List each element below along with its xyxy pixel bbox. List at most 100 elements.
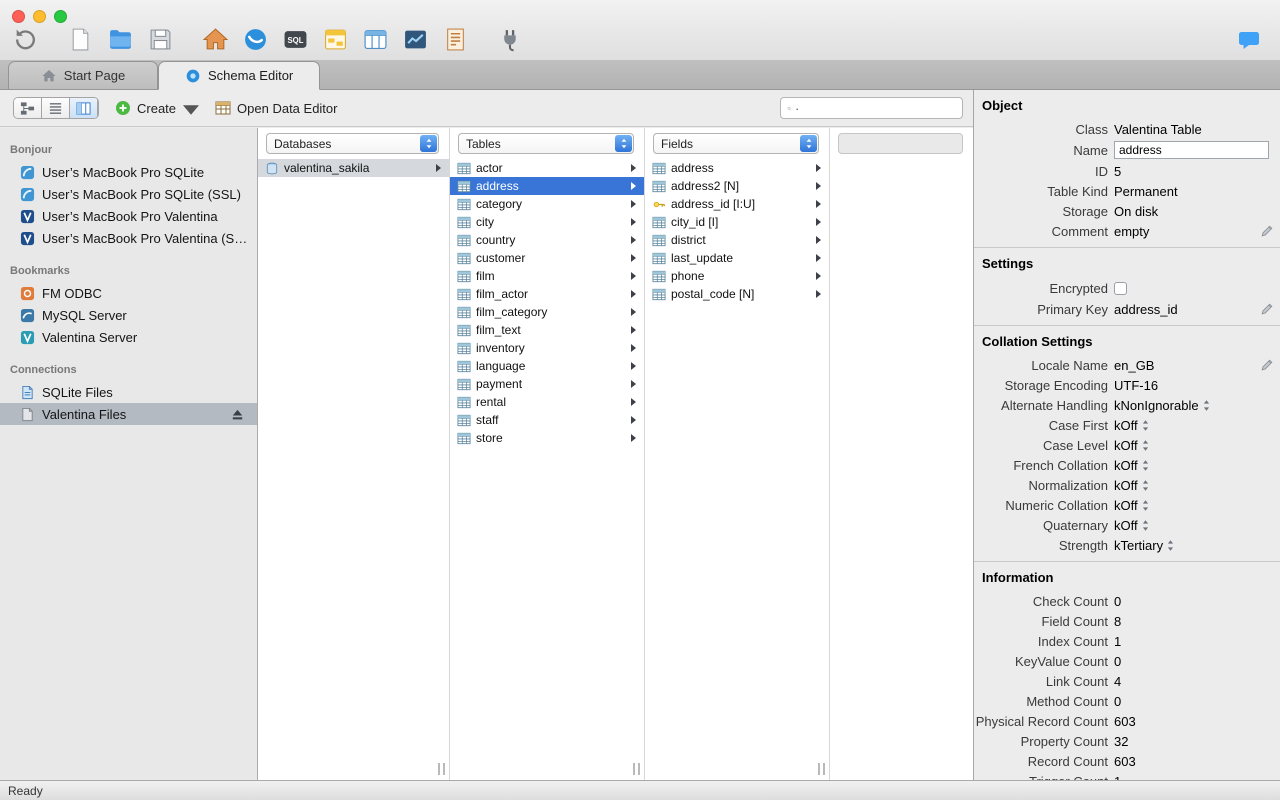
collation-row: Strength kTertiary — [974, 535, 1280, 555]
table-list-item[interactable]: category — [450, 195, 644, 213]
information-row: Link Count 4 — [1045, 673, 1122, 689]
feedback-button[interactable] — [1236, 30, 1262, 52]
encrypted-checkbox[interactable] — [1114, 281, 1127, 295]
table-item-label: address — [476, 179, 519, 193]
stepper-icon[interactable] — [1141, 519, 1150, 532]
table-icon — [457, 198, 471, 211]
field-icon — [652, 162, 666, 175]
tables-filter-select[interactable]: Tables — [458, 133, 634, 154]
stepper-icon[interactable] — [1141, 459, 1150, 472]
table-icon — [457, 378, 471, 391]
tab-schema-editor[interactable]: Schema Editor — [158, 61, 321, 90]
pencil-icon[interactable] — [1260, 224, 1274, 238]
open-button[interactable] — [107, 26, 134, 53]
tree-view-button[interactable] — [14, 98, 42, 118]
sidebar-item[interactable]: User’s MacBook Pro SQLite (SSL) — [0, 183, 257, 205]
field-list-item[interactable]: address — [645, 159, 829, 177]
table-list-item[interactable]: inventory — [450, 339, 644, 357]
field-list-item[interactable]: last_update — [645, 249, 829, 267]
disclosure-arrow-icon — [631, 200, 636, 208]
start-page-button[interactable] — [202, 26, 229, 53]
sidebar-item[interactable]: Valentina Files — [0, 403, 257, 425]
search-input[interactable] — [801, 101, 956, 115]
schema-editor-button[interactable] — [362, 26, 389, 53]
name-input[interactable] — [1114, 141, 1269, 159]
field-list-item[interactable]: address_id [I:U] — [645, 195, 829, 213]
stepper-icon[interactable] — [1166, 539, 1175, 552]
table-list-item[interactable]: rental — [450, 393, 644, 411]
table-list-item[interactable]: film — [450, 267, 644, 285]
column-view-button[interactable] — [70, 98, 98, 118]
databases-filter-select[interactable]: Databases — [266, 133, 439, 154]
query-builder-button[interactable] — [402, 26, 429, 53]
undo-button[interactable] — [12, 26, 39, 53]
encrypted-row: Encrypted — [974, 277, 1280, 299]
new-document-icon — [68, 27, 93, 52]
status-bar: Ready — [0, 780, 1280, 800]
table-list-item[interactable]: customer — [450, 249, 644, 267]
eject-icon[interactable] — [230, 407, 245, 422]
table-list-item[interactable]: film_category — [450, 303, 644, 321]
column-resize-grip[interactable] — [438, 763, 445, 775]
database-item-label: valentina_sakila — [284, 161, 370, 175]
sidebar-item[interactable]: User’s MacBook Pro Valentina (S… — [0, 227, 257, 249]
save-button[interactable] — [147, 26, 174, 53]
field-list-item[interactable]: city_id [I] — [645, 213, 829, 231]
table-list-item[interactable]: film_text — [450, 321, 644, 339]
zoom-button[interactable] — [54, 10, 67, 23]
sql-editor-button[interactable]: SQL — [282, 26, 309, 53]
new-document-button[interactable] — [67, 26, 94, 53]
stepper-icon[interactable] — [1141, 439, 1150, 452]
column-resize-grip[interactable] — [633, 763, 640, 775]
table-list-item[interactable]: actor — [450, 159, 644, 177]
table-item-label: film_category — [476, 305, 548, 319]
table-kind-row: Table Kind Permanent — [1047, 183, 1178, 199]
field-list-item[interactable]: phone — [645, 267, 829, 285]
table-list-item[interactable]: store — [450, 429, 644, 447]
close-button[interactable] — [12, 10, 25, 23]
settings-section: Settings Encrypted Primary Key address_i… — [974, 247, 1280, 325]
column-resize-grip[interactable] — [818, 763, 825, 775]
database-list-item[interactable]: valentina_sakila — [258, 159, 449, 177]
sidebar-item[interactable]: MySQL Server — [0, 304, 257, 326]
id-row: ID 5 — [1095, 163, 1122, 179]
fields-filter-select[interactable]: Fields — [653, 133, 819, 154]
field-list-item[interactable]: address2 [N] — [645, 177, 829, 195]
information-row: KeyValue Count 0 — [1015, 653, 1122, 669]
table-list-item[interactable]: address — [450, 177, 644, 195]
diagram-editor-button[interactable] — [322, 26, 349, 53]
stepper-icon[interactable] — [1202, 399, 1211, 412]
table-list-item[interactable]: film_actor — [450, 285, 644, 303]
pencil-icon[interactable] — [1260, 358, 1274, 372]
connect-button[interactable] — [497, 26, 524, 53]
create-button[interactable]: Create — [115, 99, 200, 118]
minimize-button[interactable] — [33, 10, 46, 23]
table-list-item[interactable]: language — [450, 357, 644, 375]
sidebar-item[interactable]: FM ODBC — [0, 282, 257, 304]
report-editor-button[interactable] — [442, 26, 469, 53]
tab-start-page[interactable]: Start Page — [8, 61, 158, 90]
disclosure-arrow-icon — [631, 182, 636, 190]
pencil-icon[interactable] — [1260, 302, 1274, 316]
sidebar-item[interactable]: User’s MacBook Pro Valentina — [0, 205, 257, 227]
disclosure-arrow-icon — [631, 164, 636, 172]
stepper-icon[interactable] — [1141, 479, 1150, 492]
table-list-item[interactable]: country — [450, 231, 644, 249]
open-data-editor-button[interactable]: Open Data Editor — [215, 100, 337, 116]
sidebar-item[interactable]: Valentina Server — [0, 326, 257, 348]
stepper-icon[interactable] — [1141, 419, 1150, 432]
report-icon — [443, 27, 468, 52]
field-list-item[interactable]: district — [645, 231, 829, 249]
sidebar-item[interactable]: User’s MacBook Pro SQLite — [0, 161, 257, 183]
table-list-item[interactable]: staff — [450, 411, 644, 429]
information-row: Property Count 32 — [1020, 733, 1129, 749]
table-list-item[interactable]: city — [450, 213, 644, 231]
table-list-item[interactable]: payment — [450, 375, 644, 393]
action-bar: Create Open Data Editor — [0, 90, 973, 127]
search-field[interactable] — [780, 97, 963, 119]
stepper-icon[interactable] — [1141, 499, 1150, 512]
field-list-item[interactable]: postal_code [N] — [645, 285, 829, 303]
sidebar-item[interactable]: SQLite Files — [0, 381, 257, 403]
valentina-button[interactable] — [242, 26, 269, 53]
list-view-button[interactable] — [42, 98, 70, 118]
